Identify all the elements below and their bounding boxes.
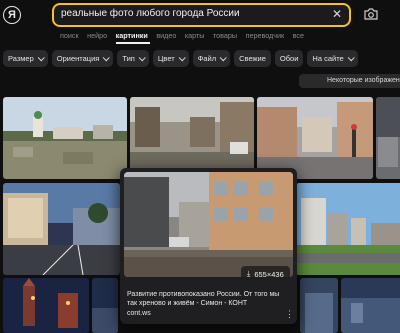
image-thumbnail[interactable] bbox=[92, 278, 118, 333]
chevron-down-icon bbox=[178, 54, 186, 62]
hint-banner[interactable]: Некоторые изображения bbox=[299, 74, 400, 88]
filter-size[interactable]: Размер bbox=[3, 50, 48, 67]
active-tab-indicator bbox=[116, 42, 150, 44]
chevron-down-icon bbox=[138, 54, 146, 62]
image-thumbnail[interactable] bbox=[300, 278, 338, 333]
tab-video[interactable]: видео bbox=[156, 31, 176, 43]
tab-search[interactable]: поиск bbox=[60, 31, 79, 43]
image-size-badge[interactable]: ⤓ 655×436 bbox=[241, 266, 290, 282]
yandex-logo[interactable]: Я bbox=[3, 6, 21, 24]
filter-file[interactable]: Файл bbox=[192, 50, 231, 67]
preview-title[interactable]: Развитие противопоказано России. От того… bbox=[127, 290, 287, 308]
image-thumbnail[interactable] bbox=[296, 183, 400, 275]
tab-products[interactable]: товары bbox=[213, 31, 237, 43]
image-thumbnail[interactable] bbox=[257, 97, 373, 179]
filter-fresh[interactable]: Свежие bbox=[234, 50, 271, 67]
image-thumbnail[interactable] bbox=[376, 97, 400, 179]
filter-label: Размер bbox=[8, 54, 34, 63]
filter-wallpapers[interactable]: Обои bbox=[274, 50, 304, 67]
filter-label: Файл bbox=[197, 54, 217, 63]
preview-image[interactable] bbox=[124, 172, 293, 277]
clear-icon[interactable]: ✕ bbox=[330, 7, 344, 21]
filter-type[interactable]: Тип bbox=[117, 50, 149, 67]
search-input[interactable]: реальные фото любого города России ✕ bbox=[52, 3, 351, 27]
image-thumbnail[interactable] bbox=[341, 278, 400, 333]
chevron-down-icon bbox=[37, 54, 45, 62]
chevron-down-icon bbox=[103, 54, 111, 62]
more-options-icon[interactable]: ⋮ bbox=[285, 309, 294, 320]
image-thumbnail[interactable] bbox=[130, 97, 254, 179]
filter-color[interactable]: Цвет bbox=[152, 50, 189, 67]
chevron-down-icon bbox=[219, 54, 227, 62]
search-tabs: поиск нейро картинки видео карты товары … bbox=[60, 31, 312, 43]
filter-on-site[interactable]: На сайте bbox=[307, 50, 358, 67]
filter-label: Обои bbox=[279, 54, 299, 63]
chevron-down-icon bbox=[347, 54, 355, 62]
image-thumbnail[interactable] bbox=[3, 278, 89, 333]
filter-label: Тип bbox=[122, 54, 135, 63]
filter-label: Свежие bbox=[239, 54, 266, 63]
camera-search-icon[interactable] bbox=[364, 8, 378, 20]
filter-orientation[interactable]: Ориентация bbox=[51, 50, 114, 67]
tab-all[interactable]: все bbox=[293, 31, 304, 43]
image-thumbnail[interactable] bbox=[3, 183, 120, 275]
tab-translator[interactable]: переводчик bbox=[246, 31, 285, 43]
tab-neuro[interactable]: нейро bbox=[87, 31, 107, 43]
filter-label: Цвет bbox=[157, 54, 175, 63]
tab-maps[interactable]: карты bbox=[185, 31, 205, 43]
image-search-page: { "logo": "Я", "search": { "query": "реа… bbox=[0, 0, 400, 333]
download-icon: ⤓ bbox=[247, 269, 251, 278]
filter-label: Ориентация bbox=[56, 54, 100, 63]
image-thumbnail[interactable] bbox=[3, 97, 127, 179]
search-query-text: реальные фото любого города России bbox=[61, 8, 240, 19]
image-size-text: 655×436 bbox=[254, 269, 284, 279]
filter-label: На сайте bbox=[312, 54, 344, 63]
filter-bar: Размер Ориентация Тип Цвет Файл Свежие О… bbox=[3, 50, 358, 67]
preview-source[interactable]: cont.ws bbox=[127, 310, 151, 317]
